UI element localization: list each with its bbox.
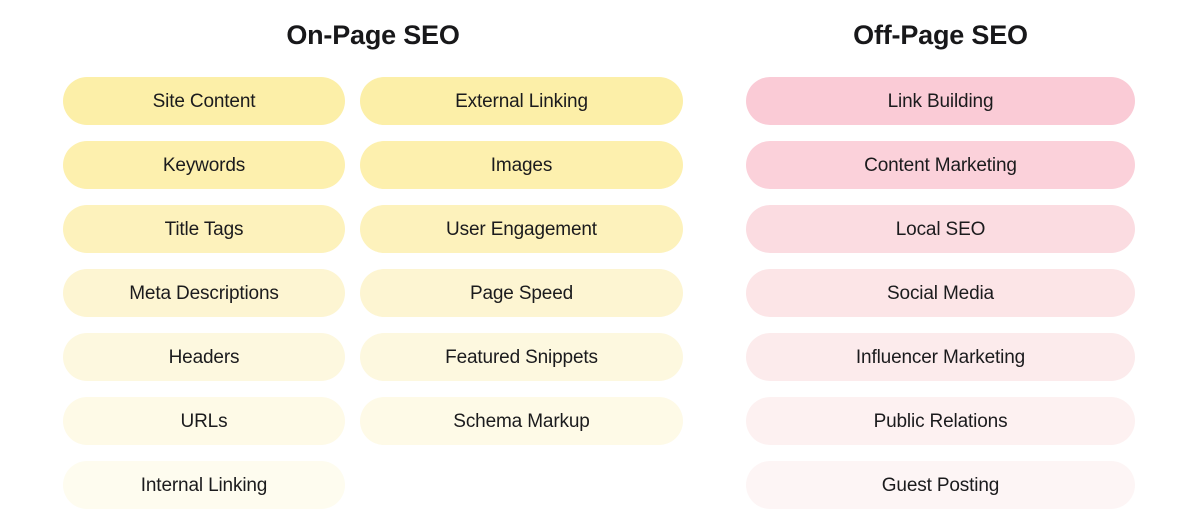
category-pill[interactable]: Public Relations [746, 397, 1135, 445]
category-pill-label: Social Media [887, 282, 994, 304]
category-pill-label: Link Building [887, 90, 994, 112]
category-pill[interactable]: Internal Linking [63, 461, 345, 509]
category-pill-label: URLs [180, 410, 228, 432]
category-pill-label: External Linking [455, 90, 588, 112]
category-pill[interactable]: User Engagement [360, 205, 683, 253]
category-pill-label: Meta Descriptions [129, 282, 279, 304]
category-pill[interactable]: Guest Posting [746, 461, 1135, 509]
category-pill[interactable]: Meta Descriptions [63, 269, 345, 317]
category-pill[interactable]: Site Content [63, 77, 345, 125]
pill-column-on-page-b: External Linking Images User Engagement Pag… [360, 77, 683, 445]
category-pill-label: Keywords [162, 154, 246, 176]
category-pill[interactable]: Schema Markup [360, 397, 683, 445]
category-pill-label: Site Content [152, 90, 256, 112]
category-pill-label: Public Relations [873, 410, 1008, 432]
category-pill-label: Page Speed [469, 282, 574, 304]
pill-column-on-page-a: Site Content Keywords Title Tags Meta Descr… [63, 77, 345, 509]
seo-categories-diagram: On-Page SEO Off-Page SEO Site Content Key… [0, 0, 1200, 516]
category-pill[interactable]: Local SEO [746, 205, 1135, 253]
category-pill-label: User Engagement [446, 218, 597, 240]
category-pill-label: Influencer Marketing [855, 346, 1026, 368]
category-pill-label: Featured Snippets [445, 346, 598, 368]
category-pill[interactable]: Images [360, 141, 683, 189]
category-pill[interactable]: Keywords [63, 141, 345, 189]
category-pill[interactable]: Title Tags [63, 205, 345, 253]
category-pill-label: Headers [168, 346, 240, 368]
section-title-off-page-seo: Off-Page SEO [853, 20, 1028, 50]
category-pill[interactable]: Influencer Marketing [746, 333, 1135, 381]
category-pill[interactable]: Content Marketing [746, 141, 1135, 189]
category-pill-label: Content Marketing [864, 154, 1017, 176]
section-title-on-page-seo: On-Page SEO [286, 20, 460, 50]
category-pill[interactable]: Social Media [746, 269, 1135, 317]
category-pill[interactable]: URLs [63, 397, 345, 445]
category-pill-label: Images [490, 154, 553, 176]
category-pill[interactable]: Headers [63, 333, 345, 381]
category-pill-label: Title Tags [164, 218, 244, 240]
category-pill[interactable]: Featured Snippets [360, 333, 683, 381]
category-pill-label: Schema Markup [453, 410, 590, 432]
category-pill-label: Guest Posting [881, 474, 1000, 496]
category-pill-label: Internal Linking [140, 474, 268, 496]
category-pill[interactable]: Link Building [746, 77, 1135, 125]
pill-column-off-page: Link Building Content Marketing Local SEO S… [746, 77, 1135, 509]
category-pill[interactable]: Page Speed [360, 269, 683, 317]
category-pill[interactable]: External Linking [360, 77, 683, 125]
category-pill-label: Local SEO [895, 218, 986, 240]
